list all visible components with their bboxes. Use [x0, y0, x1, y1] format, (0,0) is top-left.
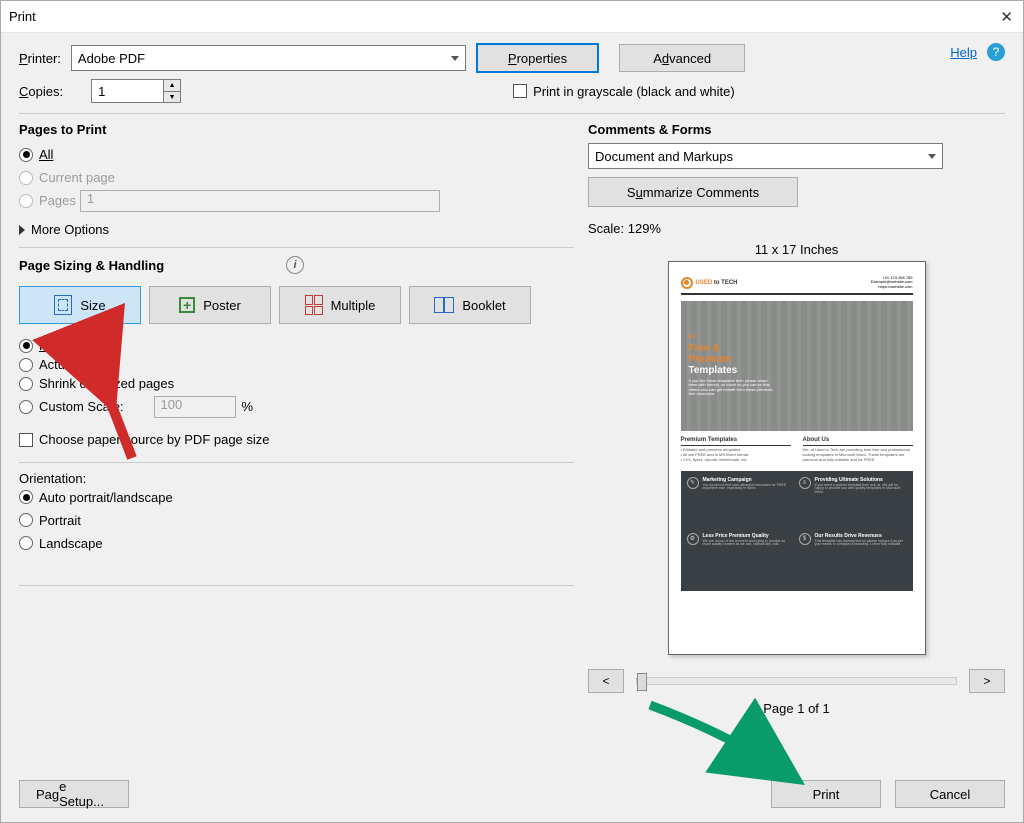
radio-portrait[interactable]: Portrait [19, 513, 574, 528]
summarize-comments-button[interactable]: Summarize Comments [588, 177, 798, 207]
custom-scale-input: 100 [154, 396, 236, 418]
grayscale-checkbox[interactable]: Print in grayscale (black and white) [513, 84, 735, 99]
percent-label: % [242, 399, 254, 414]
booklet-icon [434, 297, 454, 313]
more-options-expander[interactable]: More Options [19, 222, 574, 237]
tab-multiple[interactable]: Multiple [279, 286, 401, 324]
scale-label: Scale: 129% [588, 221, 1005, 236]
radio-pages: Pages [19, 193, 76, 208]
spinner-down-icon[interactable]: ▼ [164, 91, 180, 102]
cancel-button[interactable]: Cancel [895, 780, 1005, 808]
page-setup-button[interactable]: Page Setup... [19, 780, 129, 808]
close-icon[interactable]: ✕ [981, 8, 1013, 26]
preview-page: USED to TECH +01 123 456 789Example@webs… [668, 261, 926, 655]
slider-thumb-icon[interactable] [637, 673, 647, 691]
expand-right-icon [19, 225, 25, 235]
info-icon[interactable]: i [286, 256, 304, 274]
pages-to-print-title: Pages to Print [19, 122, 574, 137]
window-title: Print [9, 9, 981, 24]
multiple-icon [305, 295, 323, 315]
choose-paper-source-checkbox[interactable]: Choose paper source by PDF page size [19, 432, 270, 447]
copies-label: Copies: [19, 84, 63, 99]
chevron-down-icon [451, 56, 459, 61]
poster-icon: + [179, 297, 195, 313]
radio-custom-scale[interactable]: Custom Scale: [19, 399, 124, 414]
pages-input: 1 [80, 190, 440, 212]
help-icon[interactable]: ? [987, 43, 1005, 61]
preview-next-button[interactable]: > [969, 669, 1005, 693]
tab-poster[interactable]: +Poster [149, 286, 271, 324]
orientation-title: Orientation: [19, 471, 574, 486]
checkbox-icon [19, 433, 33, 447]
radio-current-page: Current page [19, 170, 574, 185]
checkbox-icon [513, 84, 527, 98]
print-button[interactable]: Print [771, 780, 881, 808]
copies-value: 1 [98, 84, 105, 99]
grayscale-label: Print in grayscale (black and white) [533, 84, 735, 99]
tab-size[interactable]: Size [19, 286, 141, 324]
advanced-button[interactable]: Advanced [619, 44, 745, 72]
comments-forms-select[interactable]: Document and Markups [588, 143, 943, 169]
sizing-title: Page Sizing & Handling i [19, 256, 574, 274]
preview-slider[interactable] [636, 677, 957, 685]
size-icon [54, 295, 72, 315]
radio-shrink[interactable]: Shrink oversized pages [19, 376, 574, 391]
preview-dimensions: 11 x 17 Inches [755, 242, 839, 257]
chevron-down-icon [928, 154, 936, 159]
radio-auto-orientation[interactable]: Auto portrait/landscape [19, 490, 574, 505]
page-indicator: Page 1 of 1 [763, 701, 830, 716]
printer-value: Adobe PDF [78, 51, 145, 66]
radio-actual-size[interactable]: Actual size [19, 357, 574, 372]
radio-fit[interactable]: Fit [19, 338, 574, 353]
printer-label: Printer: [19, 51, 61, 66]
properties-button[interactable]: Properties [476, 43, 599, 73]
preview-prev-button[interactable]: < [588, 669, 624, 693]
radio-all[interactable]: All [19, 147, 574, 162]
spinner-up-icon[interactable]: ▲ [164, 80, 180, 91]
radio-landscape[interactable]: Landscape [19, 536, 574, 551]
comments-forms-title: Comments & Forms [588, 122, 1005, 137]
printer-select[interactable]: Adobe PDF [71, 45, 466, 71]
tab-booklet[interactable]: Booklet [409, 286, 531, 324]
copies-input[interactable]: 1 ▲ ▼ [91, 79, 181, 103]
help-link[interactable]: Help [950, 45, 977, 60]
comments-forms-value: Document and Markups [595, 149, 733, 164]
